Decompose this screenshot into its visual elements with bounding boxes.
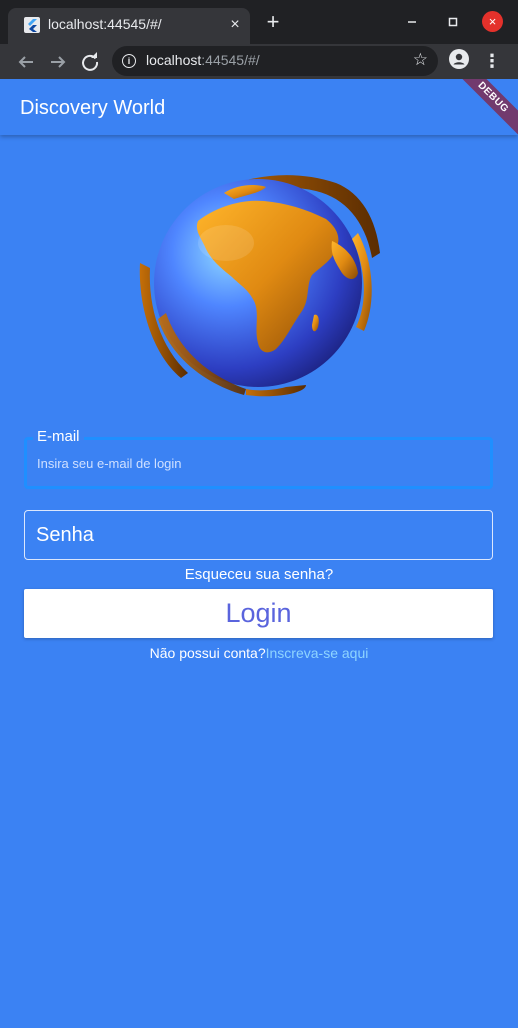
forward-button[interactable] (46, 50, 70, 74)
login-button[interactable]: Login (24, 589, 493, 638)
back-button[interactable] (14, 50, 38, 74)
forward-arrow-icon (51, 56, 66, 68)
signup-question: Não possui conta? (149, 645, 266, 661)
browser-tabstrip: localhost:44545/#/ × + × (0, 0, 518, 44)
new-tab-button[interactable]: + (262, 11, 284, 33)
url-path: :44545/#/ (201, 52, 260, 68)
email-label: E-mail (33, 428, 84, 445)
menu-dots-icon[interactable]: ⋮ (483, 49, 501, 73)
email-placeholder[interactable]: Insira seu e-mail de login (37, 456, 182, 471)
reload-button[interactable] (78, 50, 102, 74)
minimize-icon (408, 21, 416, 23)
url-host: localhost (146, 52, 202, 68)
forgot-password-link[interactable]: Esqueceu sua senha? (0, 566, 518, 583)
window-close-button[interactable]: × (482, 11, 503, 32)
maximize-icon (448, 17, 458, 27)
browser-tab[interactable]: localhost:44545/#/ × (8, 8, 250, 44)
globe-image (139, 175, 380, 397)
star-icon[interactable]: ☆ (413, 50, 428, 70)
signup-link[interactable]: Inscreva-se aqui (266, 645, 369, 661)
minimize-button[interactable] (400, 10, 424, 34)
password-field[interactable]: Senha (24, 510, 493, 560)
browser-toolbar: i localhost:44545/#/ ☆ ⋮ (0, 44, 518, 79)
profile-icon[interactable] (449, 49, 469, 69)
back-arrow-icon (18, 56, 33, 68)
tab-title: localhost:44545/#/ (48, 16, 162, 32)
app-bar: Discovery World (0, 79, 518, 135)
app-viewport: Discovery World DEBUG E-mail Insira seu … (0, 79, 518, 1028)
reload-icon (82, 52, 99, 71)
address-bar[interactable]: i localhost:44545/#/ ☆ (112, 46, 438, 76)
tab-close-button[interactable]: × (226, 16, 244, 34)
email-field[interactable]: E-mail Insira seu e-mail de login (24, 428, 493, 489)
password-label: Senha (36, 524, 94, 546)
signup-row: Não possui conta?Inscreva-se aqui (0, 645, 518, 661)
maximize-button[interactable] (441, 10, 465, 34)
app-title: Discovery World (20, 97, 166, 119)
info-icon[interactable]: i (122, 54, 136, 68)
flutter-icon (24, 17, 40, 33)
url-text[interactable]: localhost:44545/#/ (146, 52, 260, 68)
